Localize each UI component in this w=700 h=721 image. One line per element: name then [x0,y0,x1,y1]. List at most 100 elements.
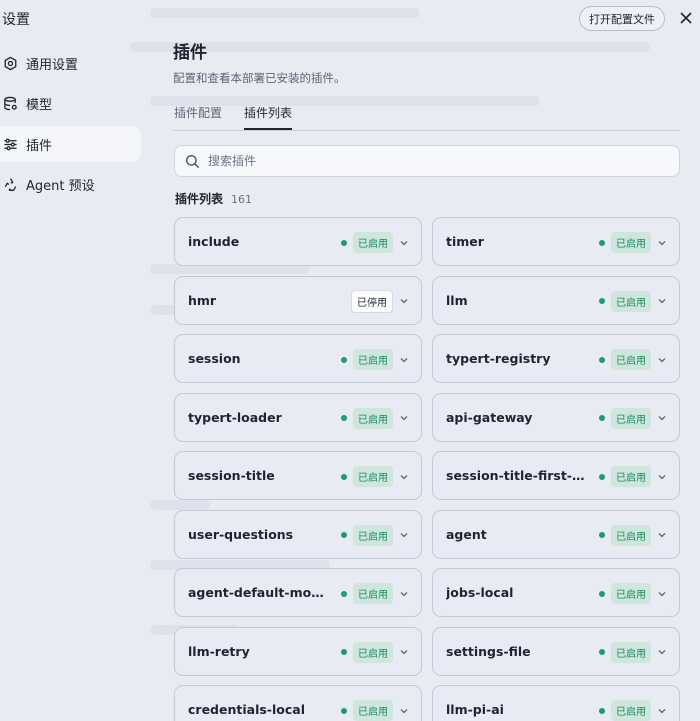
plugin-name: agent-default-model [188,585,328,600]
plugin-status-group: 已启用 [599,277,667,326]
chevron-down-icon[interactable] [399,589,409,599]
chevron-down-icon[interactable] [657,472,667,482]
chevron-down-icon[interactable] [657,296,667,306]
plugin-card[interactable]: jobs-local 已启用 [432,568,680,617]
plugin-count: 161 [231,193,253,206]
plugin-name: user-questions [188,526,294,542]
plugin-name: settings-file [446,643,531,659]
plugin-card[interactable]: agent 已启用 [432,509,680,560]
tab-bar: 插件配置 插件列表 [173,104,680,131]
tab-plugin-config[interactable]: 插件配置 [174,104,222,128]
status-badge: 已启用 [611,232,651,253]
plugin-card[interactable]: session-title-first-pro... 已启用 [432,451,680,500]
sidebar-item-agent-presets[interactable]: Agent 预设 [0,166,141,202]
plugin-card[interactable]: session-title 已启用 [174,451,422,500]
plugin-list-heading: 插件列表 161 [175,190,252,207]
sidebar-item-label: Agent 预设 [26,178,95,194]
sliders-icon [2,136,18,152]
sidebar-item-general[interactable]: 通用设置 [0,45,141,81]
plugin-card[interactable]: settings-file 已启用 [432,626,680,676]
plugin-name: typert-loader [188,409,282,425]
plugin-status-group: 已启用 [341,394,409,443]
chevron-down-icon[interactable] [657,647,667,657]
status-badge: 已启用 [611,641,651,663]
close-icon[interactable] [677,9,695,27]
status-badge: 已停用 [351,289,393,313]
status-badge: 已启用 [611,466,651,487]
status-badge: 已启用 [611,700,651,721]
status-badge: 已启用 [611,407,651,429]
search-icon [185,154,200,169]
plugin-name: include [188,234,240,249]
status-badge: 已启用 [353,407,393,429]
chevron-down-icon[interactable] [399,355,409,365]
plugin-card[interactable]: credentials-local 已启用 [174,685,422,721]
status-badge: 已启用 [611,524,651,546]
plugin-name: session-title [188,468,275,483]
status-dot-icon [341,415,347,421]
chevron-down-icon[interactable] [399,238,409,248]
chevron-down-icon[interactable] [657,706,667,716]
status-dot-icon [599,590,605,597]
search-box [174,145,680,177]
settings-window: 设置 通用设置 模型 插件 Agent 预设 打开配置文件 插件 配置和查看本部… [0,0,700,721]
search-input[interactable] [208,154,648,168]
database-icon [2,95,18,111]
status-dot-icon [341,356,347,363]
plugin-card[interactable]: include 已启用 [174,217,422,266]
plugin-card[interactable]: timer 已启用 [432,217,680,266]
plugin-card[interactable]: api-gateway 已启用 [432,392,680,442]
status-dot-icon [341,532,347,538]
plugin-card[interactable]: agent-default-model 已启用 [174,568,422,617]
chevron-down-icon[interactable] [657,530,667,540]
status-dot-icon [341,649,347,655]
plugin-card[interactable]: typert-loader 已启用 [174,392,422,443]
sidebar-item-models[interactable]: 模型 [0,85,141,121]
plugin-card[interactable]: llm-pi-ai 已启用 [432,685,680,721]
sidebar-item-plugins[interactable]: 插件 [0,126,141,162]
open-config-file-button[interactable]: 打开配置文件 [579,6,665,31]
sidebar-item-label: 插件 [26,138,53,154]
plugin-card[interactable]: hmr 已停用 [174,275,422,325]
plugin-card[interactable]: llm 已启用 [432,275,680,326]
plugin-card[interactable]: llm-retry 已启用 [174,626,422,676]
tab-plugin-list[interactable]: 插件列表 [244,104,293,130]
chevron-down-icon[interactable] [399,706,409,716]
chevron-down-icon[interactable] [399,413,409,423]
plugin-card[interactable]: typert-registry 已启用 [432,334,680,383]
status-dot-icon [341,590,347,597]
plugin-status-group: 已启用 [599,569,667,618]
chevron-down-icon[interactable] [657,355,667,365]
status-badge: 已启用 [353,583,393,604]
chevron-down-icon[interactable] [399,472,409,482]
plugin-name: llm [446,292,468,308]
status-dot-icon [599,532,605,538]
status-dot-icon [341,473,347,480]
plugin-name: llm-pi-ai [446,702,504,717]
status-dot-icon [599,707,605,714]
plugin-card[interactable]: user-questions 已启用 [174,509,422,559]
plugin-card[interactable]: session 已启用 [174,334,422,383]
chevron-down-icon[interactable] [657,413,667,423]
chevron-down-icon[interactable] [399,647,409,657]
plugin-status-group: 已启用 [599,686,667,721]
plugin-name: credentials-local [188,702,305,717]
plugin-name: llm-retry [188,643,250,659]
plugin-status-group: 已启用 [599,511,667,560]
status-dot-icon [599,649,605,655]
status-badge: 已启用 [611,349,651,370]
plugin-status-group: 已启用 [341,335,409,384]
status-dot-icon [341,707,347,714]
status-dot-icon [599,415,605,421]
recycle-icon [2,176,18,192]
plugin-status-group: 已启用 [599,452,667,501]
chevron-down-icon[interactable] [657,589,667,599]
chevron-down-icon[interactable] [399,296,409,306]
status-dot-icon [599,298,605,304]
chevron-down-icon[interactable] [657,238,667,248]
sidebar-item-label: 通用设置 [26,57,79,73]
chevron-down-icon[interactable] [399,530,409,540]
status-badge: 已启用 [353,349,393,370]
status-badge: 已启用 [353,700,393,721]
plugin-status-group: 已启用 [599,218,667,267]
